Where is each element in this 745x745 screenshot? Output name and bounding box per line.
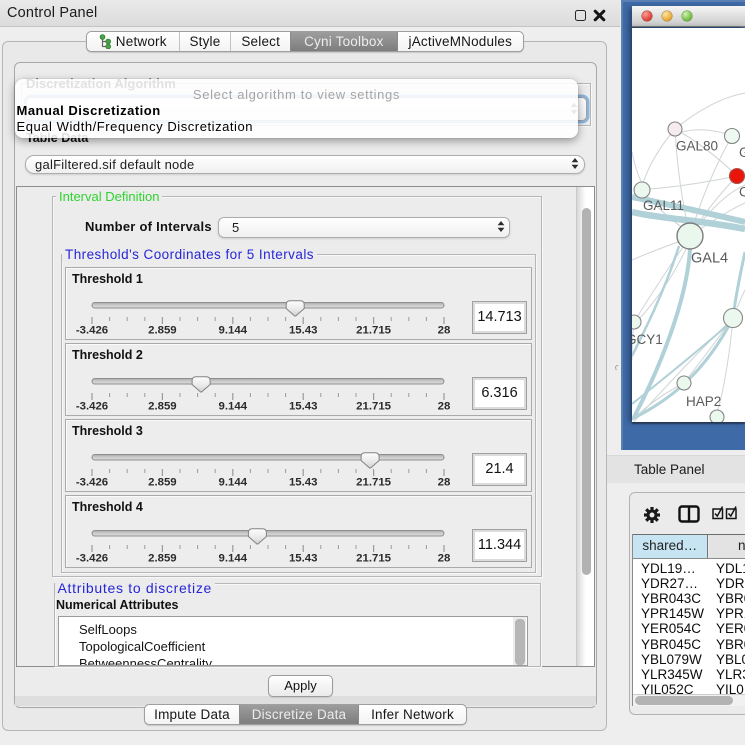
- svg-text:C: C: [739, 185, 745, 200]
- svg-text:21.715: 21.715: [356, 553, 392, 565]
- svg-text:-3.426: -3.426: [76, 477, 108, 489]
- svg-text:21.715: 21.715: [356, 401, 392, 413]
- svg-text:9.144: 9.144: [219, 325, 248, 337]
- svg-text:GAL80: GAL80: [676, 139, 718, 154]
- svg-text:2.859: 2.859: [148, 553, 177, 565]
- svg-text:15.43: 15.43: [289, 325, 318, 337]
- svg-text:15.43: 15.43: [289, 553, 318, 565]
- svg-text:9.144: 9.144: [219, 401, 248, 413]
- svg-text:GAL4: GAL4: [691, 251, 728, 267]
- svg-text:21.715: 21.715: [356, 477, 392, 489]
- svg-text:GAL11: GAL11: [643, 198, 684, 213]
- svg-text:2.859: 2.859: [148, 401, 177, 413]
- svg-text:2.859: 2.859: [148, 325, 177, 337]
- svg-text:9.144: 9.144: [219, 477, 248, 489]
- svg-text:28: 28: [438, 553, 451, 565]
- svg-text:21.715: 21.715: [356, 325, 392, 337]
- svg-text:-3.426: -3.426: [76, 401, 108, 413]
- svg-text:HAP2: HAP2: [686, 394, 721, 409]
- svg-text:2.859: 2.859: [148, 477, 177, 489]
- svg-text:28: 28: [438, 325, 451, 337]
- svg-text:-3.426: -3.426: [76, 553, 108, 565]
- svg-text:GCY1: GCY1: [632, 332, 663, 347]
- svg-text:15.43: 15.43: [289, 401, 318, 413]
- svg-text:GA: GA: [739, 145, 745, 160]
- svg-text:9.144: 9.144: [219, 553, 248, 565]
- svg-text:28: 28: [438, 401, 451, 413]
- svg-text:15.43: 15.43: [289, 477, 318, 489]
- svg-text:-3.426: -3.426: [76, 325, 108, 337]
- svg-text:28: 28: [438, 477, 451, 489]
